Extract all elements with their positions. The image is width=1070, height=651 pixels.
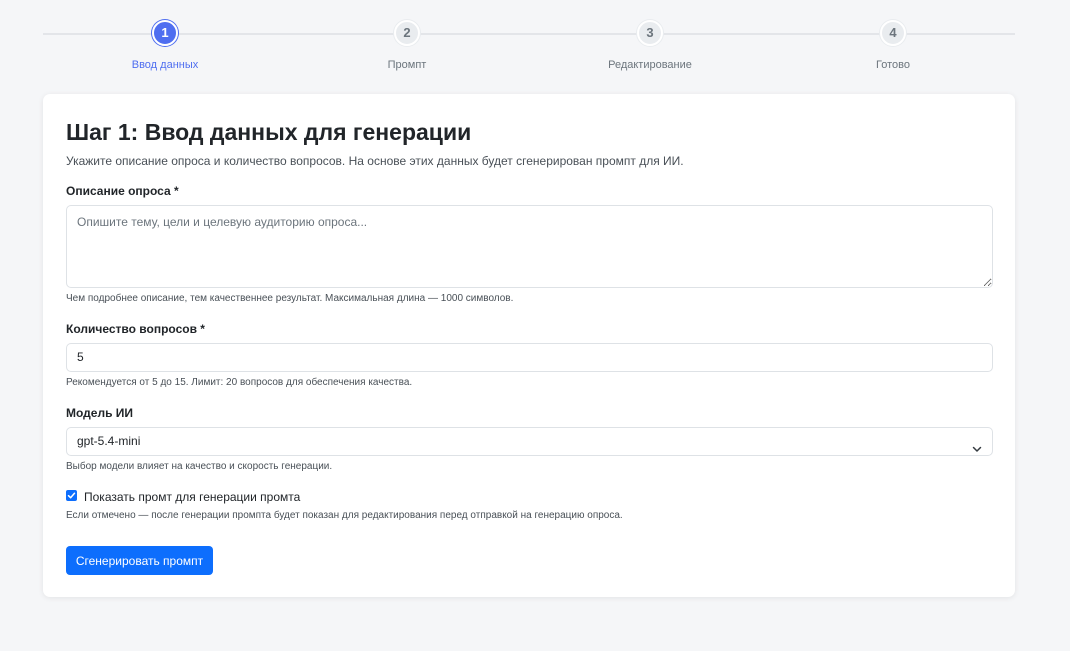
show-prompt-label[interactable]: Показать промт для генерации промта [84,490,300,504]
step-4-circle: 4 [880,20,906,46]
page-subtitle: Укажите описание опроса и количество воп… [66,154,684,168]
page-title: Шаг 1: Ввод данных для генерации [66,119,472,145]
description-label: Описание опроса * [66,184,179,198]
step-1-circle: 1 [152,20,178,46]
description-textarea[interactable] [66,205,993,288]
step-2-label: Промпт [387,59,427,71]
step-done[interactable]: 4 Готово [813,18,973,71]
description-hint: Чем подробнее описание, тем качественнее… [66,293,514,304]
question-count-hint: Рекомендуется от 5 до 15. Лимит: 20 вопр… [66,377,413,388]
question-count-label: Количество вопросов * [66,322,205,336]
model-hint: Выбор модели влияет на качество и скорос… [66,461,333,472]
chevron-down-icon [972,437,982,452]
model-label: Модель ИИ [66,406,134,420]
show-prompt-checkbox[interactable] [66,490,77,501]
show-prompt-hint: Если отмечено — после генерации промпта … [66,510,623,521]
step-4-label: Готово [876,59,910,71]
question-count-input[interactable]: 5 [66,343,993,372]
generate-prompt-button[interactable]: Сгенерировать промпт [66,546,213,575]
step-2-circle: 2 [394,20,420,46]
step-editing[interactable]: 3 Редактирование [570,18,730,71]
step-input-data[interactable]: 1 Ввод данных [85,18,245,71]
form-card: Шаг 1: Ввод данных для генерации Укажите… [43,94,1015,597]
stepper: 1 Ввод данных 2 Промпт 3 Редактирование … [43,18,1015,78]
model-select[interactable]: gpt-5.4-mini [66,427,993,456]
model-select-value: gpt-5.4-mini [77,434,141,448]
step-3-circle: 3 [637,20,663,46]
check-icon [67,492,76,499]
step-prompt[interactable]: 2 Промпт [327,18,487,71]
step-1-label: Ввод данных [131,59,199,71]
step-3-label: Редактирование [608,59,692,71]
